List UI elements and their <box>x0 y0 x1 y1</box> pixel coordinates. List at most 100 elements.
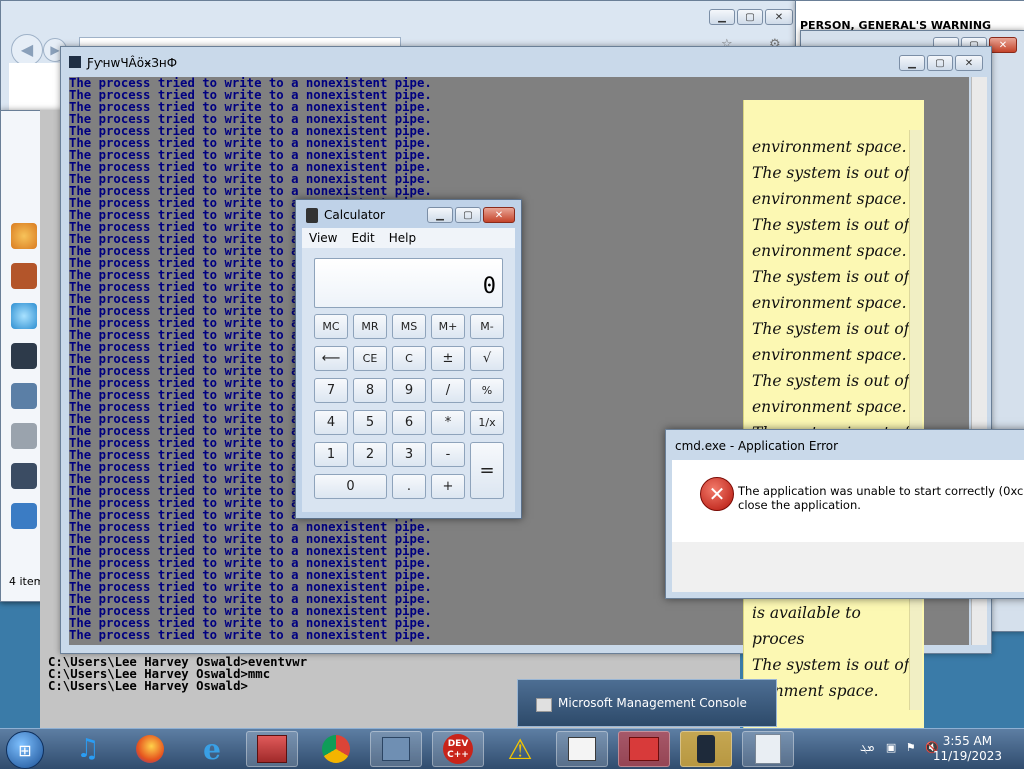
m-minus-button[interactable]: M- <box>470 314 504 339</box>
display-value: 0 <box>482 274 496 299</box>
back-arrow-icon[interactable]: ◀ <box>11 34 43 66</box>
clock[interactable]: 3:55 AM 11/19/2023 <box>933 734 1002 764</box>
sticky-note-scrollbar[interactable] <box>909 130 922 710</box>
maximize-button[interactable]: ▢ <box>737 9 763 25</box>
sticky-note-line: proces <box>752 630 805 648</box>
close-button[interactable]: ✕ <box>989 37 1017 53</box>
menu-edit[interactable]: Edit <box>351 231 374 245</box>
clock-time: 3:55 AM <box>942 734 993 748</box>
taskbar: ⊞ ♫ e DEV C++ ⚠ ܡܓ ▣ ⚑ 🔇 3:55 AM 11/19/20… <box>0 728 1024 769</box>
calculator-body: 0 MC MR MS M+ M- ⟵ CE C ± √ 7 8 9 / % 4 … <box>302 248 515 512</box>
network-icon[interactable] <box>11 503 37 529</box>
equals-button[interactable]: = <box>470 442 504 499</box>
close-button[interactable]: ✕ <box>483 207 515 223</box>
digit-2-button[interactable]: 2 <box>353 442 387 467</box>
system-tray: ܡܓ ▣ ⚑ 🔇 <box>860 741 939 755</box>
application-error-dialog: cmd.exe - Application Error ✕ The applic… <box>665 429 1024 599</box>
phone-icon[interactable] <box>11 343 37 369</box>
calculator-window-controls: ▁ ▢ ✕ <box>427 207 515 223</box>
internet-explorer-icon[interactable]: e <box>186 731 238 767</box>
sticky-note-line: environment space. <box>752 138 907 156</box>
digit-7-button[interactable]: 7 <box>314 378 348 403</box>
calculator-window: Calculator ▁ ▢ ✕ View Edit Help 0 MC MR … <box>295 199 522 519</box>
digit-8-button[interactable]: 8 <box>353 378 387 403</box>
paint-icon[interactable] <box>11 223 37 249</box>
window-app-icon[interactable] <box>556 731 608 767</box>
computer-icon[interactable] <box>370 731 422 767</box>
sqrt-button[interactable]: √ <box>470 346 504 371</box>
percent-button[interactable]: % <box>470 378 504 403</box>
digit-4-button[interactable]: 4 <box>314 410 348 435</box>
minimize-button[interactable]: ▁ <box>427 207 453 223</box>
console-line: C:\Users\Lee Harvey Oswald> <box>48 679 248 693</box>
back-command-output: C:\Users\Lee Harvey Oswald>eventvwr C:\U… <box>48 656 307 692</box>
error-icon: ✕ <box>700 477 734 511</box>
add-button[interactable]: + <box>431 474 465 499</box>
menu-help[interactable]: Help <box>389 231 416 245</box>
error-dialog-title: cmd.exe - Application Error <box>675 439 839 453</box>
calculator-menu-bar: View Edit Help <box>302 228 515 248</box>
minimize-button[interactable]: ▁ <box>899 55 925 71</box>
mr-button[interactable]: MR <box>353 314 387 339</box>
chrome-icon[interactable] <box>310 731 362 767</box>
network-icon[interactable]: ▣ <box>886 741 896 754</box>
digit-3-button[interactable]: 3 <box>392 442 426 467</box>
music-icon[interactable]: ♫ <box>62 731 114 767</box>
firefox-icon[interactable] <box>124 731 176 767</box>
digit-0-button[interactable]: 0 <box>314 474 387 499</box>
console-title: ƑƴнwЧÂӧӿЗнФ <box>87 56 178 70</box>
sticky-note-line: environment space. <box>752 346 907 364</box>
toolbox-icon[interactable] <box>618 731 670 767</box>
globe-icon[interactable] <box>11 303 37 329</box>
clear-button[interactable]: C <box>392 346 426 371</box>
divide-button[interactable]: / <box>431 378 465 403</box>
maximize-button[interactable]: ▢ <box>455 207 481 223</box>
decimal-button[interactable]: . <box>392 474 426 499</box>
explorer-icon-list <box>8 205 40 565</box>
book-icon[interactable] <box>11 463 37 489</box>
warning-icon[interactable]: ⚠ <box>494 731 546 767</box>
backspace-button[interactable]: ⟵ <box>314 346 348 371</box>
close-button[interactable]: ✕ <box>765 9 793 25</box>
digit-9-button[interactable]: 9 <box>392 378 426 403</box>
sticky-note-line: environment space. <box>752 294 907 312</box>
calculator-title: Calculator <box>324 208 385 222</box>
cabinet-icon[interactable] <box>11 423 37 449</box>
plus-minus-button[interactable]: ± <box>431 346 465 371</box>
mc-button[interactable]: MC <box>314 314 348 339</box>
maximize-button[interactable]: ▢ <box>927 55 953 71</box>
ce-button[interactable]: CE <box>353 346 387 371</box>
digit-5-button[interactable]: 5 <box>353 410 387 435</box>
error-dialog-footer <box>672 542 1024 592</box>
language-indicator[interactable]: ܡܓ <box>860 741 874 754</box>
mmc-icon <box>536 698 552 712</box>
computer-icon[interactable] <box>11 383 37 409</box>
dev-cpp-icon[interactable]: DEV C++ <box>432 731 484 767</box>
subtract-button[interactable]: - <box>431 442 465 467</box>
action-center-icon[interactable]: ⚑ <box>906 741 916 754</box>
start-button[interactable]: ⊞ <box>6 731 44 769</box>
archive-icon[interactable] <box>246 731 298 767</box>
digit-6-button[interactable]: 6 <box>392 410 426 435</box>
console-icon <box>69 56 81 68</box>
menu-view[interactable]: View <box>309 231 337 245</box>
house-icon[interactable] <box>11 263 37 289</box>
console-window-controls: ▁ ▢ ✕ <box>899 55 983 71</box>
sticky-note[interactable]: environment space. The system is out of en… <box>743 100 924 728</box>
calculator-icon <box>306 208 318 223</box>
digit-1-button[interactable]: 1 <box>314 442 348 467</box>
minimize-button[interactable]: ▁ <box>709 9 735 25</box>
clock-date: 11/19/2023 <box>932 749 1002 763</box>
multiply-button[interactable]: * <box>431 410 465 435</box>
sticky-note-text-top: environment space. The system is out of en… <box>752 134 912 446</box>
close-button[interactable]: ✕ <box>955 55 983 71</box>
notepad-icon[interactable] <box>742 731 794 767</box>
phone-icon[interactable] <box>680 731 732 767</box>
taskbar-thumbnail-tooltip[interactable]: Microsoft Management Console <box>517 679 777 727</box>
sticky-note-line: The system is out of <box>752 656 910 674</box>
sticky-note-line: is available to <box>752 604 861 622</box>
m-plus-button[interactable]: M+ <box>431 314 465 339</box>
error-message: The application was unable to start corr… <box>738 484 1024 512</box>
ms-button[interactable]: MS <box>392 314 426 339</box>
reciprocal-button[interactable]: 1/x <box>470 410 504 435</box>
